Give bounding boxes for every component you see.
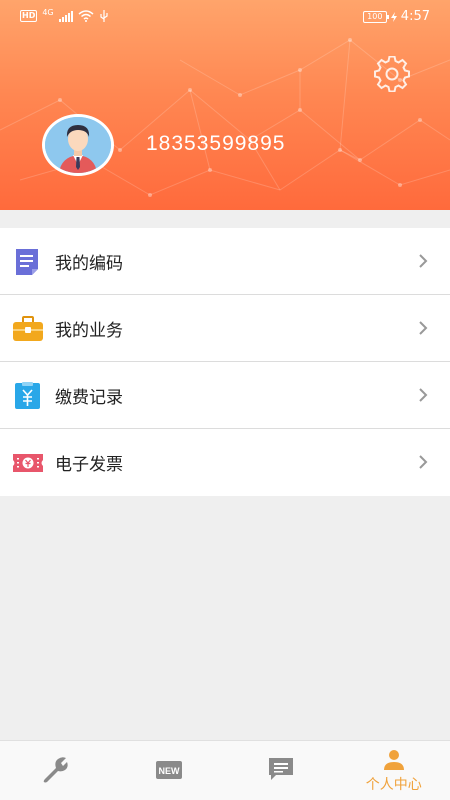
- menu-item-e-invoice[interactable]: 电子发票: [0, 429, 450, 496]
- ticket-icon: [13, 454, 43, 472]
- avatar-image: [45, 117, 111, 173]
- avatar[interactable]: [42, 114, 114, 176]
- wifi-icon: [78, 10, 94, 22]
- bottom-navigation: NEW 个人中心: [0, 740, 450, 800]
- nav-label-personal-center: 个人中心: [365, 777, 422, 793]
- status-right: 100 4:57: [362, 9, 430, 24]
- new-icon: NEW: [155, 761, 182, 779]
- charging-icon: [390, 11, 397, 22]
- person-icon: [383, 750, 404, 770]
- menu-label: 缴费记录: [55, 387, 123, 408]
- menu-list: 我的编码 我的业务 缴费记录 电子发票: [0, 228, 450, 496]
- menu-label: 我的业务: [55, 320, 123, 341]
- payment-record-icon: [15, 382, 40, 409]
- screen: HD 4G 100 4:57 18353599895 我的编码 我的业务 缴费记…: [0, 0, 450, 800]
- nav-tab-news[interactable]: NEW: [113, 741, 226, 800]
- battery-indicator: 100: [362, 10, 389, 23]
- message-icon: [269, 758, 294, 780]
- phone-number: 18353599895: [146, 132, 286, 155]
- settings-button[interactable]: [374, 55, 410, 93]
- status-time: 4:57: [400, 9, 430, 24]
- hd-badge: HD: [20, 10, 38, 22]
- new-badge-text: NEW: [158, 766, 180, 776]
- wrench-icon: [43, 757, 68, 783]
- chevron-right-icon: [419, 455, 428, 469]
- document-icon: [16, 249, 38, 275]
- signal-icon: [58, 10, 73, 22]
- menu-label: 我的编码: [55, 253, 123, 274]
- usb-icon: [100, 10, 108, 22]
- menu-label: 电子发票: [55, 455, 123, 475]
- chevron-right-icon: [419, 321, 428, 335]
- profile-header: HD 4G 100 4:57 18353599895: [0, 0, 450, 210]
- gear-icon: [374, 55, 410, 93]
- menu-item-my-business[interactable]: 我的业务: [0, 295, 450, 362]
- nav-tab-tools[interactable]: [0, 741, 113, 800]
- nav-tab-personal-center[interactable]: 个人中心: [338, 741, 450, 800]
- status-left: HD 4G: [20, 7, 109, 22]
- menu-item-my-code[interactable]: 我的编码: [0, 228, 450, 295]
- chevron-right-icon: [419, 388, 428, 402]
- status-bar: HD 4G 100 4:57: [0, 0, 450, 34]
- nav-tab-messages[interactable]: [225, 741, 338, 800]
- network-type: 4G: [42, 7, 54, 17]
- menu-item-payment-records[interactable]: 缴费记录: [0, 362, 450, 429]
- briefcase-icon: [13, 316, 43, 341]
- chevron-right-icon: [419, 254, 428, 268]
